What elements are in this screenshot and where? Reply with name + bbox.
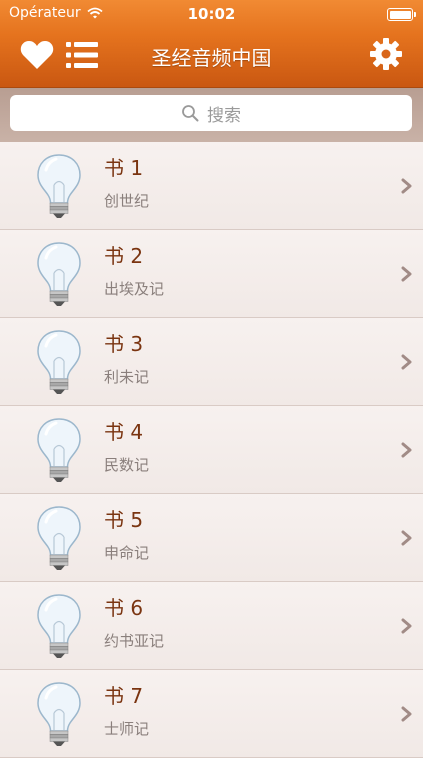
lightbulb-icon — [37, 154, 81, 218]
lightbulb-icon — [37, 682, 81, 746]
chevron-right-icon — [401, 354, 412, 370]
nav-bar: 圣经音频中国 — [0, 28, 423, 88]
chevron-right-icon — [401, 530, 412, 546]
lightbulb-icon — [37, 594, 81, 658]
chevron-right-icon — [401, 178, 412, 194]
search-placeholder: 搜索 — [207, 105, 241, 126]
chevron-right-icon — [401, 706, 412, 722]
list-item[interactable]: 书 1 创世纪 — [0, 142, 423, 230]
top-bar: Opérateur 10:02 圣经音频中国 — [0, 0, 423, 88]
status-bar: Opérateur 10:02 — [0, 0, 423, 28]
book-name: 出埃及记 — [104, 280, 165, 298]
search-field[interactable]: 搜索 — [10, 95, 412, 131]
book-name: 士师记 — [104, 720, 150, 738]
book-title: 书 7 — [104, 684, 144, 708]
chevron-right-icon — [401, 618, 412, 634]
lightbulb-icon — [37, 330, 81, 394]
list-item[interactable]: 书 4 民数记 — [0, 406, 423, 494]
book-name: 约书亚记 — [104, 632, 165, 650]
book-name: 申命记 — [104, 544, 150, 562]
list-item[interactable]: 书 6 约书亚记 — [0, 582, 423, 670]
lightbulb-icon — [37, 242, 81, 306]
book-title: 书 4 — [104, 420, 144, 444]
book-name: 利未记 — [104, 368, 150, 386]
book-title: 书 6 — [104, 596, 144, 620]
book-title: 书 2 — [104, 244, 144, 268]
book-list: 书 1 创世纪 书 2 出埃及记 书 3 利未记 书 4 民数记 书 5 申命记… — [0, 142, 423, 758]
list-item[interactable]: 书 2 出埃及记 — [0, 230, 423, 318]
settings-gear-icon[interactable] — [370, 38, 402, 70]
battery-icon — [387, 8, 416, 21]
book-name: 创世纪 — [104, 192, 150, 210]
nav-title: 圣经音频中国 — [151, 46, 272, 70]
clock: 10:02 — [187, 5, 236, 23]
search-area: 搜索 — [0, 88, 423, 142]
list-item[interactable]: 书 3 利未记 — [0, 318, 423, 406]
search-icon — [182, 105, 199, 122]
chevron-right-icon — [401, 266, 412, 282]
lightbulb-icon — [37, 506, 81, 570]
list-item[interactable]: 书 5 申命记 — [0, 494, 423, 582]
chevron-right-icon — [401, 442, 412, 458]
book-title: 书 3 — [104, 332, 144, 356]
book-title: 书 1 — [104, 156, 144, 180]
lightbulb-icon — [37, 418, 81, 482]
list-item[interactable]: 书 7 士师记 — [0, 670, 423, 758]
book-name: 民数记 — [104, 456, 150, 474]
book-title: 书 5 — [104, 508, 144, 532]
